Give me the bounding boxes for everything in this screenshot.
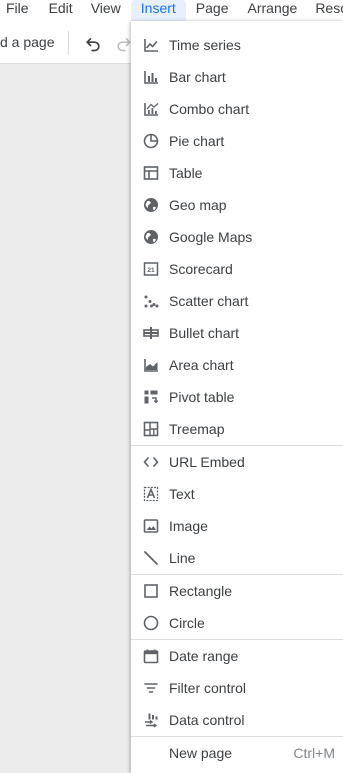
menu-item-bar-chart[interactable]: Bar chart <box>131 61 343 93</box>
time-series-icon <box>142 36 160 54</box>
globe-icon <box>142 228 160 246</box>
combo-chart-icon <box>142 100 160 118</box>
menu-item-pie-chart[interactable]: Pie chart <box>131 125 343 157</box>
menu-item-label: Bar chart <box>169 69 226 85</box>
menu-item-label: Data control <box>169 712 245 728</box>
treemap-icon <box>142 420 160 438</box>
menu-item-text[interactable]: Text <box>131 478 343 510</box>
menu-item-label: Line <box>169 550 196 566</box>
bullet-chart-icon <box>142 324 160 342</box>
calendar-icon <box>142 647 160 665</box>
scatter-chart-icon <box>142 292 160 310</box>
menu-item-area-chart[interactable]: Area chart <box>131 349 343 381</box>
menu-item-geo-map[interactable]: Geo map <box>131 189 343 221</box>
pie-chart-icon <box>142 132 160 150</box>
menu-item-new-page[interactable]: New page Ctrl+M <box>131 737 343 769</box>
menu-item-pivot-table[interactable]: Pivot table <box>131 381 343 413</box>
menu-page[interactable]: Page <box>196 0 229 21</box>
rectangle-icon <box>142 582 160 600</box>
menu-item-shortcut: Ctrl+M <box>293 745 335 761</box>
menu-item-combo-chart[interactable]: Combo chart <box>131 93 343 125</box>
menu-item-url-embed[interactable]: URL Embed <box>131 446 343 478</box>
menu-item-scorecard[interactable]: 21 Scorecard <box>131 253 343 285</box>
menu-view[interactable]: View <box>91 0 121 21</box>
menu-item-bullet-chart[interactable]: Bullet chart <box>131 317 343 349</box>
filter-icon <box>142 679 160 697</box>
menu-resource[interactable]: Reso <box>315 0 343 21</box>
menu-item-label: Image <box>169 518 208 534</box>
area-chart-icon <box>142 356 160 374</box>
menu-item-rectangle[interactable]: Rectangle <box>131 575 343 607</box>
menu-insert[interactable]: Insert <box>130 0 186 21</box>
menu-item-label: New page <box>169 745 233 761</box>
data-control-icon <box>142 711 160 729</box>
menu-item-line[interactable]: Line <box>131 542 343 574</box>
menu-item-label: Combo chart <box>169 101 250 117</box>
undo-icon[interactable] <box>82 32 104 54</box>
menu-edit[interactable]: Edit <box>49 0 73 21</box>
menu-file[interactable]: File <box>6 0 29 21</box>
menu-item-label: Circle <box>169 615 205 631</box>
circle-icon <box>142 614 160 632</box>
menu-item-date-range[interactable]: Date range <box>131 640 343 672</box>
menu-item-label: Filter control <box>169 680 247 696</box>
scorecard-icon: 21 <box>142 260 160 278</box>
menu-item-google-maps[interactable]: Google Maps <box>131 221 343 253</box>
menu-item-label: Pie chart <box>169 133 225 149</box>
image-icon <box>142 517 160 535</box>
menu-item-label: Scorecard <box>169 261 233 277</box>
code-icon <box>142 453 160 471</box>
menu-item-label: Time series <box>169 37 241 53</box>
menu-item-label: URL Embed <box>169 454 245 470</box>
menu-item-label: Text <box>169 486 195 502</box>
menu-item-circle[interactable]: Circle <box>131 607 343 639</box>
line-icon <box>142 549 160 567</box>
menu-item-label: Date range <box>169 648 239 664</box>
report-canvas[interactable] <box>0 65 131 773</box>
menu-item-label: Pivot table <box>169 389 235 405</box>
menu-item-treemap[interactable]: Treemap <box>131 413 343 445</box>
menu-arrange[interactable]: Arrange <box>248 0 298 21</box>
menu-item-time-series[interactable]: Time series <box>131 29 343 61</box>
menu-item-filter-control[interactable]: Filter control <box>131 672 343 704</box>
menu-bar: File Edit View Insert Page Arrange Reso <box>0 0 343 21</box>
text-icon <box>142 485 160 503</box>
menu-item-label: Scatter chart <box>169 293 249 309</box>
menu-item-data-control[interactable]: Data control <box>131 704 343 736</box>
menu-item-image[interactable]: Image <box>131 510 343 542</box>
insert-menu: Time series Bar chart Combo chart Pie chart… <box>131 21 343 773</box>
bar-chart-icon <box>142 68 160 86</box>
svg-text:21: 21 <box>147 267 155 274</box>
pivot-table-icon <box>142 388 160 406</box>
menu-item-label: Table <box>169 165 203 181</box>
menu-item-label: Rectangle <box>169 583 233 599</box>
menu-item-label: Geo map <box>169 197 227 213</box>
menu-item-label: Google Maps <box>169 229 253 245</box>
menu-item-label: Area chart <box>169 357 234 373</box>
globe-icon <box>142 196 160 214</box>
menu-item-scatter-chart[interactable]: Scatter chart <box>131 285 343 317</box>
menu-item-table[interactable]: Table <box>131 157 343 189</box>
table-icon <box>142 164 160 182</box>
menu-item-label: Bullet chart <box>169 325 240 341</box>
add-page-button[interactable]: d a page <box>0 34 55 50</box>
icon-spacer <box>142 744 160 762</box>
toolbar-divider <box>68 31 69 55</box>
menu-item-label: Treemap <box>169 421 225 437</box>
